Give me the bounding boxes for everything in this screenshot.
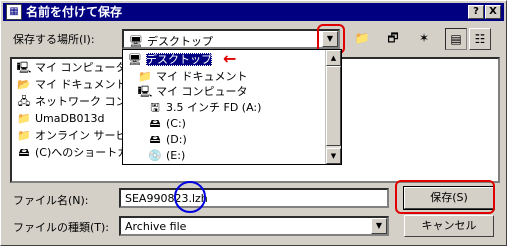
list-item[interactable]: 🖳 マイ コンピュータ (16, 60, 127, 76)
save-location-value: 🖥 デスクトップ (129, 35, 213, 48)
list-item[interactable]: 📂 マイ ドキュメント (16, 77, 126, 93)
folder-icon: 📁 (138, 70, 152, 83)
chevron-down-icon[interactable]: ▼ (371, 218, 387, 234)
dropdown-item-my-computer[interactable]: 🖳 マイ コンピュータ (137, 84, 248, 100)
chevron-down-icon[interactable]: ▼ (322, 31, 338, 47)
dropdown-item-drive-d[interactable]: 🖴 (D:) (147, 132, 186, 148)
folder-icon: 📁 (17, 112, 31, 125)
scroll-down-icon[interactable]: ▼ (326, 148, 341, 164)
scroll-thumb[interactable] (326, 66, 341, 146)
shortcut-icon: 🖴 (18, 146, 30, 159)
list-item[interactable]: 📁 オンライン サービス (16, 128, 137, 144)
new-folder-icon[interactable]: ✶ (413, 28, 435, 50)
cancel-button[interactable]: キャンセル (404, 215, 494, 237)
desktop-icon: 🖥 (129, 35, 143, 48)
desktop-icon[interactable]: 🗗 (382, 28, 404, 50)
filetype-label: ファイルの種類(T): (13, 221, 110, 234)
window-title: 名前を付けて保存 (26, 5, 123, 19)
drive-icon: 🖴 (149, 117, 161, 130)
save-button[interactable]: 保存(S) (403, 186, 495, 210)
dialog-app-icon: ▦ (6, 4, 22, 20)
annotation-red-arrow: ← (223, 49, 237, 68)
filetype-combo[interactable]: Archive file ▼ (119, 216, 389, 236)
save-location-combo[interactable]: 🖥 デスクトップ ▼ (122, 29, 340, 49)
title-bar: ▦ 名前を付けて保存 ? X (3, 3, 504, 21)
up-folder-icon[interactable]: 📁 (351, 28, 373, 50)
list-view-icon[interactable]: ▤ (445, 28, 467, 50)
dropdown-item-floppy[interactable]: 🖫 3.5 インチ FD (A:) (147, 100, 261, 116)
close-button[interactable]: X (485, 5, 501, 19)
my-documents-icon: 📂 (17, 78, 31, 91)
cdrom-icon: 💿 (148, 149, 162, 162)
save-location-label: 保存する場所(I): (13, 33, 95, 46)
filename-label: ファイル名(N): (13, 194, 89, 207)
drive-icon: 🖴 (149, 133, 161, 146)
scroll-up-icon[interactable]: ▲ (326, 50, 341, 66)
desktop-icon: 🖥 (128, 53, 142, 66)
my-computer-icon: 🖳 (16, 61, 32, 74)
network-icon: 🖧 (17, 95, 31, 108)
list-item[interactable]: 📁 UmaDB013d (16, 111, 104, 127)
dropdown-item-drive-c[interactable]: 🖴 (C:) (147, 116, 186, 132)
save-as-dialog: ▦ 名前を付けて保存 ? X 保存する場所(I): 🖥 デスクトップ ▼ 📁 🗗 … (0, 0, 507, 246)
dropdown-scrollbar[interactable]: ▲ ▼ (325, 50, 341, 164)
my-computer-icon: 🖳 (137, 85, 153, 98)
help-button[interactable]: ? (468, 5, 484, 19)
details-view-icon[interactable]: ☷ (469, 28, 491, 50)
dropdown-item-desktop[interactable]: 🖥 デスクトップ (127, 52, 212, 68)
folder-icon: 📁 (17, 129, 31, 142)
dropdown-item-my-documents[interactable]: 📁 マイ ドキュメント (137, 69, 247, 85)
dropdown-item-drive-e[interactable]: 💿 (E:) (147, 148, 185, 164)
filename-input[interactable]: SEA990823.lzh (119, 188, 389, 208)
floppy-icon: 🖫 (150, 101, 160, 114)
